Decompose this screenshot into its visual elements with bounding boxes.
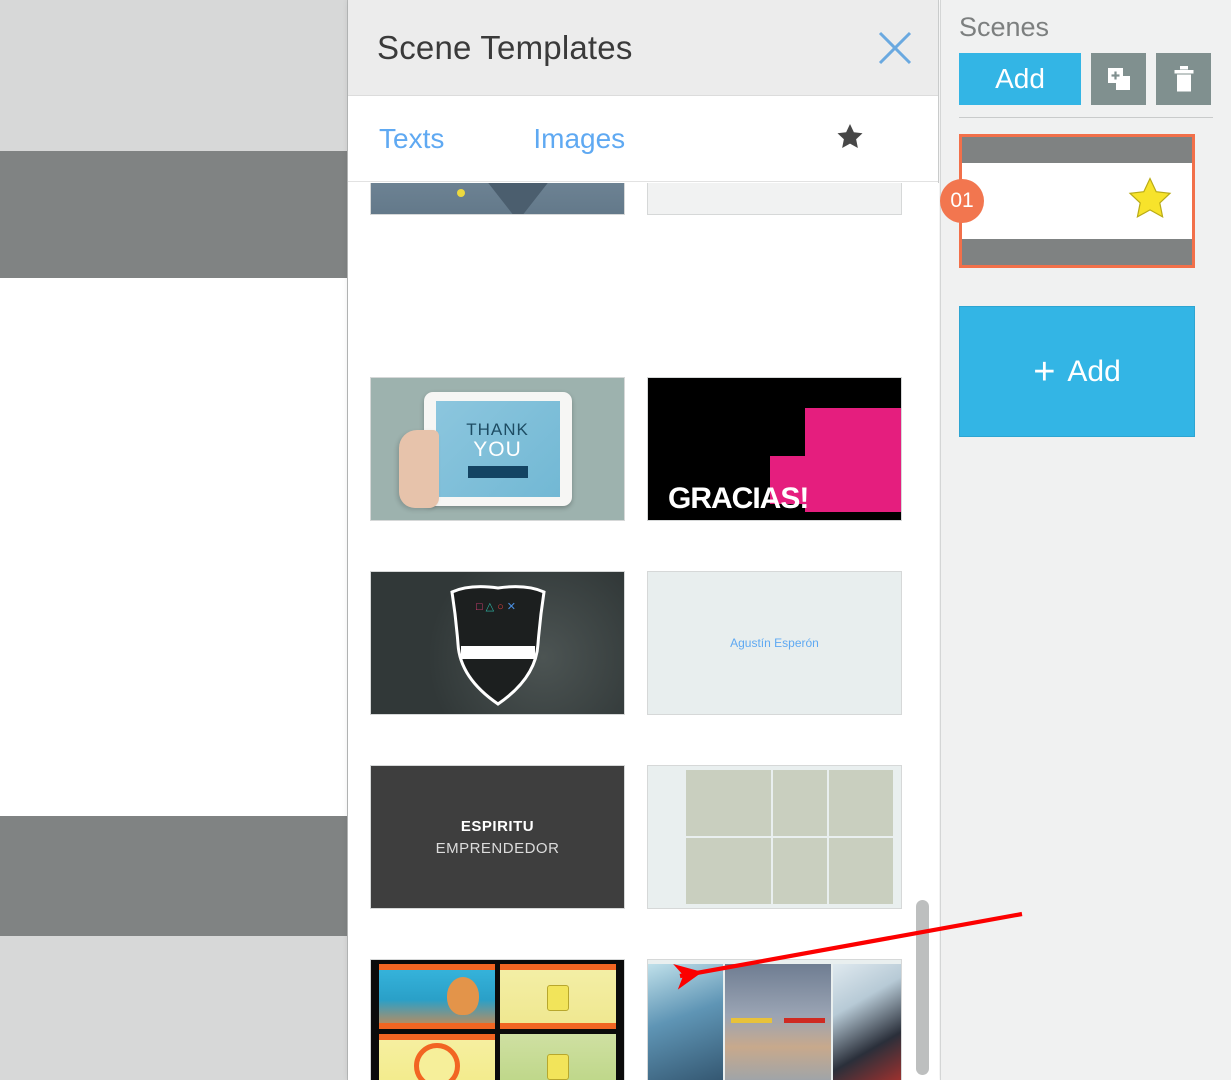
template-thumbnail[interactable]: GRACIAS! xyxy=(647,377,902,521)
scrollbar-thumb[interactable] xyxy=(916,900,929,1075)
template-cell: Agustín Esperón xyxy=(647,571,902,740)
sidebar-divider xyxy=(959,117,1213,118)
tablet-device: THANK YOU xyxy=(423,392,572,506)
shield-band xyxy=(460,646,535,659)
template-art-thankyou: THANK YOU xyxy=(371,378,624,520)
template-art-name: Agustín Esperón xyxy=(648,572,901,714)
editor-canvas[interactable] xyxy=(0,0,348,1080)
panel-header: Scene Templates xyxy=(348,0,938,96)
tablet-screen: THANK YOU xyxy=(435,401,560,497)
cartoon-tile xyxy=(500,1033,616,1080)
trash-icon[interactable] xyxy=(1156,53,1211,105)
anime-tile xyxy=(648,964,723,1080)
template-cell xyxy=(647,959,902,1080)
collage-tile xyxy=(828,770,893,836)
decor-wedge xyxy=(482,183,555,214)
add-scene-button[interactable]: Add xyxy=(959,53,1081,105)
cartoon-tile xyxy=(379,1033,495,1080)
template-cell: □△○✕ xyxy=(370,571,625,740)
template-row: □△○✕ Agustín Esperón xyxy=(370,571,917,740)
cartoon-tile xyxy=(500,964,616,1029)
hand-shape xyxy=(399,430,439,508)
scenes-title: Scenes xyxy=(959,12,1050,42)
template-thumbnail[interactable] xyxy=(647,959,902,1080)
template-thumbnail[interactable] xyxy=(647,183,902,215)
page-title: Scene Templates xyxy=(377,28,633,66)
thankyou-line1: THANK xyxy=(466,419,529,439)
scene-thumbnail-01[interactable]: 01 xyxy=(940,134,1195,268)
scene-bottom-band xyxy=(962,239,1192,265)
canvas-top-band xyxy=(0,151,347,278)
template-row xyxy=(370,959,917,1080)
scenes-toolbar: Add xyxy=(959,53,1231,105)
template-art-bluegray xyxy=(371,183,624,214)
template-cell xyxy=(647,765,902,934)
scene-top-band xyxy=(962,137,1192,163)
template-cell xyxy=(370,959,625,1080)
pink-block-large xyxy=(805,408,901,512)
collage-tile xyxy=(773,838,827,904)
template-thumbnail[interactable]: ESPIRITU EMPRENDEDOR xyxy=(370,765,625,909)
star-icon xyxy=(1126,175,1174,228)
template-thumbnail[interactable]: Agustín Esperón xyxy=(647,571,902,715)
template-thumbnail[interactable] xyxy=(370,959,625,1080)
template-list-scrollbar[interactable] xyxy=(916,183,929,1080)
template-art-shield: □△○✕ xyxy=(371,572,624,714)
scenes-sidebar: Scenes Add 01 + Add xyxy=(940,0,1231,1080)
scene-templates-panel: Scene Templates Texts Images THANK YOU G… xyxy=(348,0,939,1080)
template-art-collage xyxy=(648,766,901,908)
template-art-espiritu: ESPIRITU EMPRENDEDOR xyxy=(371,766,624,908)
template-cell xyxy=(647,183,902,352)
template-grid: THANK YOU GRACIAS! □△○✕ Agustín Esperón … xyxy=(348,183,939,1080)
cartoon-tile xyxy=(379,964,495,1029)
name-text: Agustín Esperón xyxy=(730,636,819,650)
scene-number-badge[interactable]: 01 xyxy=(940,179,984,223)
canvas-stage[interactable] xyxy=(0,278,347,816)
collage-tile xyxy=(828,838,893,904)
shield-symbols: □△○✕ xyxy=(476,601,519,613)
collage-tile xyxy=(686,838,772,904)
template-cell: GRACIAS! xyxy=(647,377,902,546)
anime-tile xyxy=(724,964,832,1080)
plus-icon: + xyxy=(1033,350,1056,393)
collage-tile xyxy=(773,770,827,836)
tab-images[interactable]: Images xyxy=(533,123,625,155)
template-cell: THANK YOU xyxy=(370,377,625,546)
template-art-plain xyxy=(648,183,901,214)
template-art-anime xyxy=(648,960,901,1080)
template-row: THANK YOU GRACIAS! xyxy=(370,377,917,546)
panel-tabs: Texts Images xyxy=(348,96,938,182)
template-cell xyxy=(370,183,625,352)
template-thumbnail[interactable] xyxy=(647,765,902,909)
template-art-gracias: GRACIAS! xyxy=(648,378,901,520)
decor-dot-icon xyxy=(457,189,466,197)
template-cell: ESPIRITU EMPRENDEDOR xyxy=(370,765,625,934)
add-scene-tile-button[interactable]: + Add xyxy=(959,306,1195,437)
app-root: Scene Templates Texts Images THANK YOU G… xyxy=(0,0,1231,1080)
anime-tile xyxy=(833,964,901,1080)
template-row xyxy=(370,183,917,352)
template-art-cartoons xyxy=(371,960,624,1080)
template-thumbnail[interactable] xyxy=(370,183,625,215)
duplicate-icon[interactable] xyxy=(1091,53,1146,105)
add-scene-label: Add xyxy=(1067,354,1121,388)
star-icon[interactable] xyxy=(835,121,865,156)
thankyou-line2: YOU xyxy=(473,437,522,461)
canvas-bottom-band xyxy=(0,816,347,936)
collage-tile xyxy=(686,770,772,836)
gracias-text: GRACIAS! xyxy=(668,482,809,515)
espiritu-line2: EMPRENDEDOR xyxy=(435,839,560,857)
close-icon[interactable] xyxy=(874,27,916,69)
template-thumbnail[interactable]: □△○✕ xyxy=(370,571,625,715)
thankyou-underline xyxy=(467,465,528,478)
espiritu-line1: ESPIRITU xyxy=(460,817,535,835)
template-list[interactable]: THANK YOU GRACIAS! □△○✕ Agustín Esperón … xyxy=(348,183,939,1080)
shield-icon xyxy=(449,585,546,706)
tab-texts[interactable]: Texts xyxy=(379,123,444,155)
template-row: ESPIRITU EMPRENDEDOR xyxy=(370,765,917,934)
template-thumbnail[interactable]: THANK YOU xyxy=(370,377,625,521)
